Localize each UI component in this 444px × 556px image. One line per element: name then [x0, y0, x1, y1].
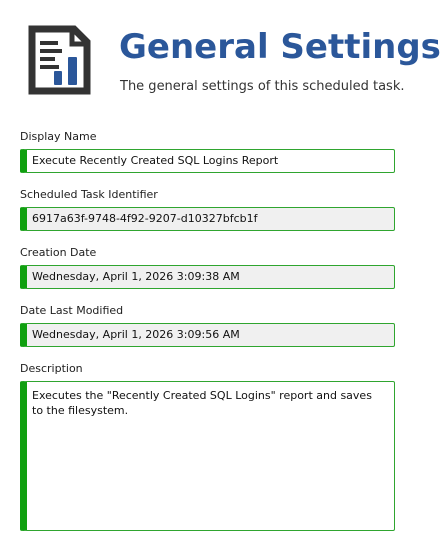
- page-header: General Settings The general settings of…: [0, 0, 444, 110]
- creation-date-field[interactable]: Wednesday, April 1, 2026 3:09:38 AM: [20, 265, 395, 289]
- creation-date-group: Creation Date Wednesday, April 1, 2026 3…: [20, 246, 396, 304]
- general-settings-form: Display Name Execute Recently Created SQ…: [20, 130, 396, 531]
- date-last-modified-field[interactable]: Wednesday, April 1, 2026 3:09:56 AM: [20, 323, 395, 347]
- page-subtitle: The general settings of this scheduled t…: [120, 79, 405, 94]
- task-identifier-group: Scheduled Task Identifier 6917a63f-9748-…: [20, 188, 396, 246]
- display-name-group: Display Name Execute Recently Created SQ…: [20, 130, 396, 188]
- page-title: General Settings: [119, 27, 441, 67]
- display-name-label: Display Name: [20, 130, 97, 143]
- creation-date-label: Creation Date: [20, 246, 97, 259]
- description-textarea[interactable]: Executes the "Recently Created SQL Login…: [20, 381, 395, 531]
- date-last-modified-group: Date Last Modified Wednesday, April 1, 2…: [20, 304, 396, 362]
- task-identifier-label: Scheduled Task Identifier: [20, 188, 158, 201]
- report-document-icon: [28, 25, 91, 95]
- description-group: Description Executes the "Recently Creat…: [20, 362, 396, 531]
- task-identifier-field[interactable]: 6917a63f-9748-4f92-9207-d10327bfcb1f: [20, 207, 395, 231]
- display-name-input[interactable]: Execute Recently Created SQL Logins Repo…: [20, 149, 395, 173]
- description-label: Description: [20, 362, 83, 375]
- date-last-modified-label: Date Last Modified: [20, 304, 124, 317]
